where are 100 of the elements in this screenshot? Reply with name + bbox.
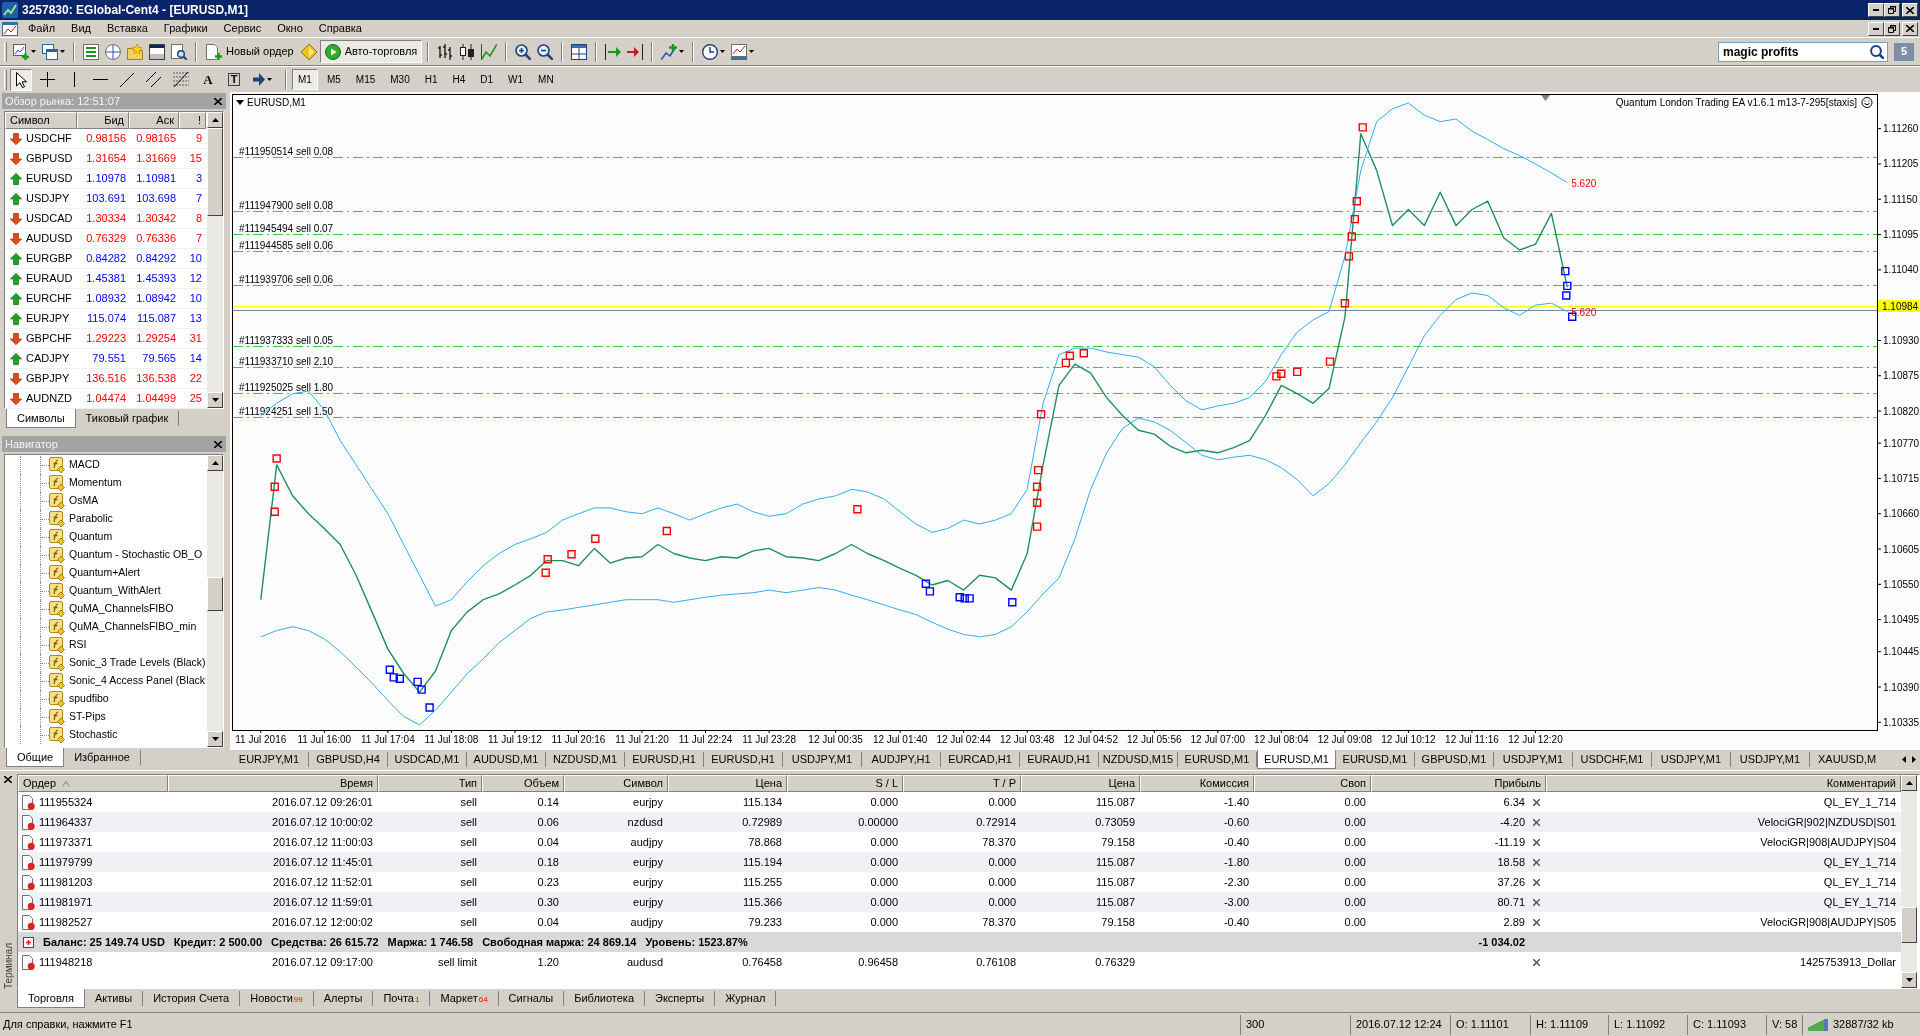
symbol-name[interactable]: EURAUD <box>26 270 73 287</box>
menu-item[interactable]: Сервис <box>215 21 270 36</box>
symbol-name[interactable]: AUDUSD <box>26 230 73 247</box>
chart-tab[interactable]: GBPUSD,H4 <box>309 752 388 767</box>
caret-icon[interactable] <box>749 50 755 53</box>
scroll-down-button[interactable] <box>207 392 223 408</box>
order-number-cell[interactable]: 111981971 <box>39 893 93 911</box>
close-icon[interactable] <box>1533 798 1540 806</box>
close-icon[interactable] <box>3 776 12 783</box>
chart-tab[interactable]: EURUSD,H1 <box>704 752 783 767</box>
timeframe-button[interactable]: M1 <box>292 69 318 90</box>
column-header[interactable]: Символ <box>564 775 668 792</box>
indicator-item[interactable]: Sonic_4 Access Panel (Black <box>69 673 205 689</box>
scrollbar[interactable] <box>207 455 223 747</box>
scroll-up-button[interactable] <box>1901 775 1917 791</box>
minimize-icon[interactable] <box>1873 27 1879 30</box>
close-icon[interactable] <box>1533 858 1540 866</box>
indicator-item[interactable]: Momentum <box>69 475 122 491</box>
clock-icon[interactable] <box>702 43 719 60</box>
order-number-cell[interactable]: 111982527 <box>39 913 93 931</box>
terminal-tab[interactable]: Новости 99 <box>240 991 314 1006</box>
close-icon[interactable] <box>1533 878 1540 886</box>
play-icon[interactable] <box>324 43 341 60</box>
symbol-name[interactable]: EURCHF <box>26 290 72 307</box>
triangle-right-icon[interactable] <box>1912 756 1916 763</box>
chart-tab[interactable]: AUDUSD,M1 <box>467 752 546 767</box>
column-header[interactable]: Цена <box>668 775 787 792</box>
caret-icon[interactable] <box>267 78 272 81</box>
terminal-tab[interactable]: Эксперты <box>645 991 716 1006</box>
function-icon[interactable] <box>49 691 65 707</box>
symbol-name[interactable]: GBPJPY <box>26 370 70 387</box>
chart-tab[interactable]: EURUSD,H1 <box>625 752 704 767</box>
order-number-cell[interactable]: 111979799 <box>39 853 93 871</box>
scroll-down-button[interactable] <box>1901 972 1917 988</box>
function-icon[interactable] <box>49 529 65 545</box>
terminal-tab[interactable]: Торговля <box>17 989 85 1008</box>
chart-tab[interactable]: USDCAD,M1 <box>388 752 467 767</box>
indicator-item[interactable]: QuMA_ChannelsFIBO <box>69 601 174 617</box>
menu-item[interactable]: Графики <box>155 21 216 36</box>
column-header[interactable]: Символ <box>5 112 77 129</box>
indicator-item[interactable]: Sonic_3 Trade Levels (Black) <box>69 655 206 671</box>
scrollbar-thumb[interactable] <box>1901 907 1917 943</box>
indicator-item[interactable]: MACD <box>69 457 100 473</box>
column-header[interactable]: Цена <box>1021 775 1140 792</box>
terminal-tab[interactable]: Активы <box>84 991 144 1006</box>
symbol-name[interactable]: EURJPY <box>26 310 70 327</box>
close-button[interactable] <box>1902 21 1918 36</box>
function-icon[interactable] <box>49 673 65 689</box>
symbol-name[interactable]: GBPCHF <box>26 330 72 347</box>
column-header[interactable]: T / P <box>903 775 1021 792</box>
terminal-tab[interactable]: Сигналы <box>498 991 565 1006</box>
function-icon[interactable] <box>49 547 65 563</box>
timeframe-button[interactable]: W1 <box>502 69 530 90</box>
minimize-button[interactable] <box>1868 21 1884 36</box>
symbol-name[interactable]: USDJPY <box>26 190 70 207</box>
column-header[interactable]: S / L <box>787 775 903 792</box>
column-header[interactable]: Время <box>168 775 378 792</box>
windows-icon[interactable] <box>42 43 58 60</box>
column-header[interactable]: Тип <box>378 775 482 792</box>
close-icon[interactable] <box>1533 818 1540 826</box>
function-icon[interactable] <box>49 727 65 743</box>
chart-window-icon[interactable] <box>2 21 18 36</box>
panel-tab[interactable]: Тиковый график <box>75 411 180 426</box>
triangle-down-icon[interactable] <box>211 737 219 741</box>
chart-plus-icon[interactable] <box>13 43 29 60</box>
triangle-down-icon[interactable] <box>1905 978 1913 982</box>
terminal-tab[interactable]: Алерты <box>313 991 374 1006</box>
close-icon[interactable] <box>214 440 222 448</box>
chart-tab[interactable]: EURJPY,M1 <box>230 752 309 767</box>
minimize-button[interactable] <box>1868 3 1884 17</box>
timeframe-button[interactable]: M5 <box>320 69 347 90</box>
indicator-item[interactable]: RSI <box>69 637 87 653</box>
scrollbar-thumb[interactable] <box>207 128 223 216</box>
menu-item[interactable]: Справка <box>310 21 370 36</box>
function-icon[interactable] <box>49 475 65 491</box>
chart-tab[interactable]: AUDJPY,H1 <box>862 752 941 767</box>
column-header[interactable]: Бид <box>77 112 129 129</box>
function-icon[interactable] <box>49 709 65 725</box>
caret-icon[interactable] <box>31 50 36 53</box>
indicator-item[interactable]: Quantum+Alert <box>69 565 140 581</box>
caret-icon[interactable] <box>679 50 685 53</box>
close-icon[interactable] <box>1533 838 1540 846</box>
text-tool-button[interactable]: A <box>197 68 219 91</box>
timeframe-button[interactable]: H1 <box>418 69 444 90</box>
chart-tab[interactable]: USDJPY,M1 <box>1652 752 1731 767</box>
timeframe-button[interactable]: D1 <box>474 69 500 90</box>
restore-button[interactable] <box>1884 3 1900 17</box>
scroll-up-button[interactable] <box>207 455 223 471</box>
caret-icon[interactable] <box>60 50 65 53</box>
indicator-item[interactable]: OsMA <box>69 493 99 509</box>
menu-item[interactable]: Окно <box>269 21 311 36</box>
scrollbar-thumb[interactable] <box>207 577 223 611</box>
menu-item[interactable]: Файл <box>20 21 64 36</box>
restore-icon[interactable] <box>1888 24 1896 33</box>
function-icon[interactable] <box>49 619 65 635</box>
search-field[interactable]: magic profits <box>1718 41 1888 62</box>
scrollbar[interactable] <box>207 112 223 408</box>
chart-shift-marker-icon[interactable] <box>1541 95 1550 101</box>
symbol-name[interactable]: GBPUSD <box>26 150 73 167</box>
function-icon[interactable] <box>49 583 65 599</box>
